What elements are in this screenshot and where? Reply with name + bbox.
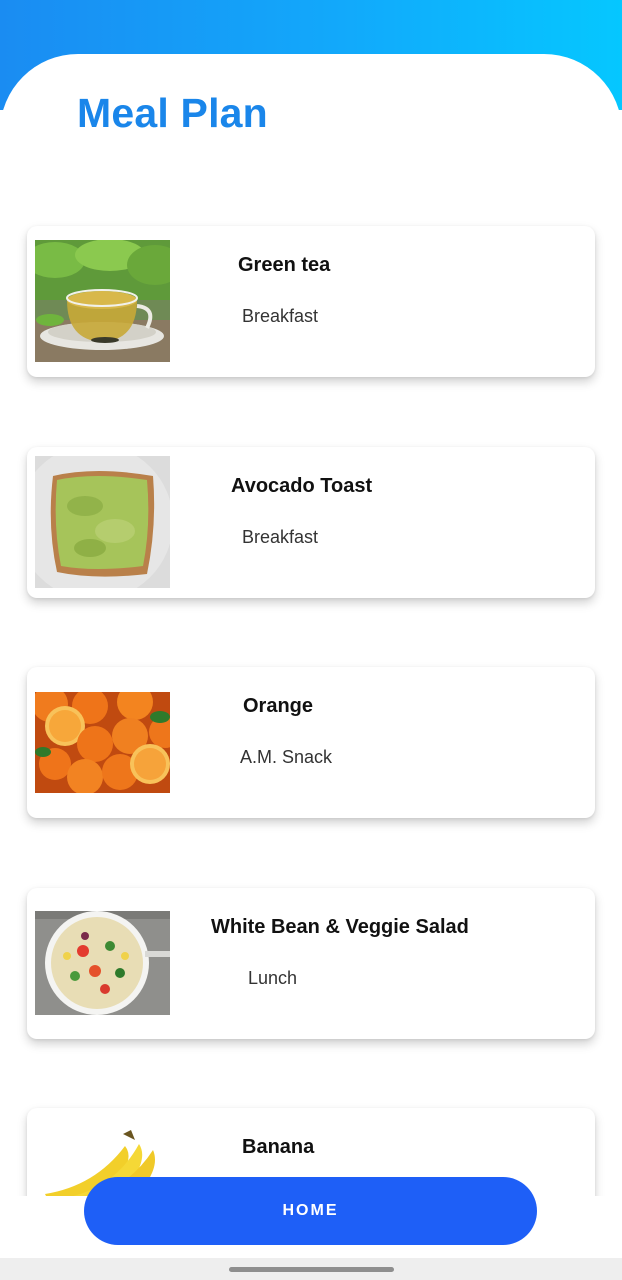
meal-name: Green tea	[238, 254, 331, 276]
meal-time: Breakfast	[242, 527, 319, 547]
meal-time: Breakfast	[242, 306, 319, 326]
meal-card[interactable]: White Bean & Veggie Salad Lunch	[27, 888, 595, 1039]
avocado-toast-image	[35, 456, 170, 588]
home-button[interactable]: HOME	[84, 1177, 537, 1245]
meal-time: A.M. Snack	[240, 747, 333, 767]
meal-time: Lunch	[248, 968, 298, 988]
meal-card[interactable]: Avocado Toast Breakfast	[27, 447, 595, 598]
meal-name: Banana	[242, 1136, 315, 1158]
salad-image	[35, 911, 170, 1015]
meal-name: Orange	[243, 695, 314, 717]
green-tea-image	[35, 240, 170, 362]
meal-card[interactable]: Green tea Breakfast	[27, 226, 595, 377]
meal-list[interactable]: Green tea Breakfast Avocado Toast Breakf…	[0, 0, 622, 1196]
meal-name: White Bean & Veggie Salad	[211, 916, 469, 938]
orange-image	[35, 692, 170, 793]
system-nav-bar	[0, 1258, 622, 1280]
home-indicator[interactable]	[229, 1267, 394, 1272]
meal-card[interactable]: Orange A.M. Snack	[27, 667, 595, 818]
meal-name: Avocado Toast	[231, 475, 373, 497]
